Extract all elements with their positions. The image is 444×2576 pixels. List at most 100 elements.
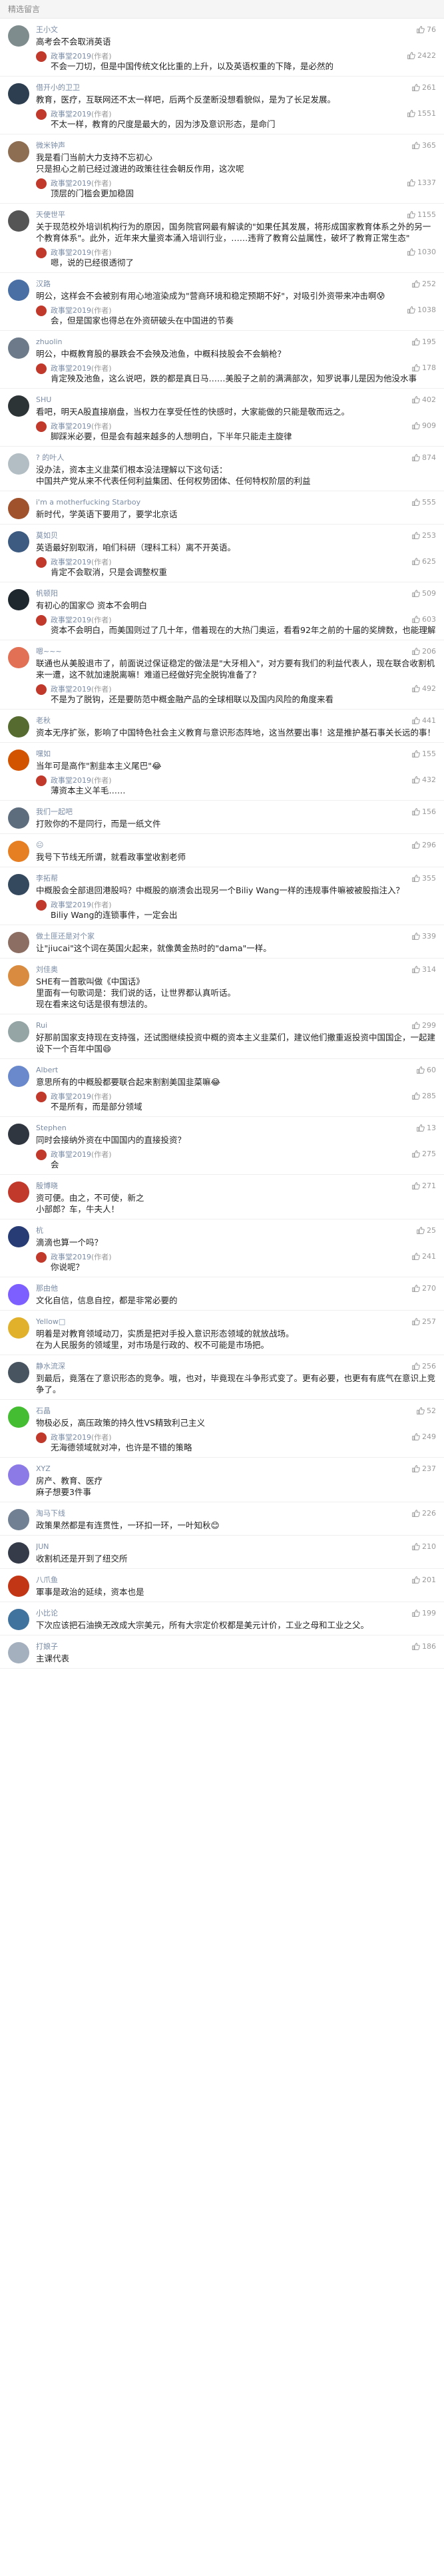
like-button[interactable]: 555 <box>411 498 436 507</box>
avatar[interactable] <box>8 1284 29 1305</box>
avatar[interactable] <box>8 1362 29 1383</box>
avatar[interactable] <box>8 1464 29 1486</box>
username[interactable]: 微米钟声 <box>36 140 406 150</box>
avatar[interactable] <box>8 1317 29 1339</box>
like-button[interactable]: 1155 <box>407 210 436 219</box>
username[interactable]: 😐 <box>36 841 406 849</box>
like-button[interactable]: 296 <box>411 841 436 849</box>
username[interactable]: ? 的叶人 <box>36 452 406 463</box>
avatar[interactable] <box>8 1406 29 1428</box>
username[interactable]: Albert <box>36 1066 411 1074</box>
username[interactable]: 杭 <box>36 1225 411 1235</box>
avatar[interactable] <box>8 141 29 162</box>
reply-like-button[interactable]: 1337 <box>407 178 436 187</box>
reply-like-button[interactable]: 625 <box>411 557 436 566</box>
username[interactable]: 殷博晓 <box>36 1180 406 1191</box>
reply-like-button[interactable]: 492 <box>411 684 436 693</box>
username[interactable]: XYZ <box>36 1464 406 1473</box>
reply-like-button[interactable]: 178 <box>411 363 436 372</box>
username[interactable]: 帆顿阳 <box>36 588 406 598</box>
reply-like-button[interactable]: 909 <box>411 421 436 430</box>
username[interactable]: 淘马下线 <box>36 1508 406 1518</box>
reply-like-button[interactable]: 285 <box>411 1092 436 1100</box>
like-button[interactable]: 261 <box>411 83 436 92</box>
avatar[interactable] <box>8 965 29 986</box>
like-button[interactable]: 199 <box>411 1609 436 1617</box>
avatar[interactable] <box>8 1509 29 1530</box>
like-button[interactable]: 256 <box>411 1362 436 1371</box>
like-button[interactable]: 365 <box>411 141 436 150</box>
username[interactable]: Stephen <box>36 1124 411 1132</box>
avatar[interactable] <box>8 1066 29 1087</box>
like-button[interactable]: 206 <box>411 647 436 656</box>
username[interactable]: 嘿如 <box>36 748 406 759</box>
avatar[interactable] <box>8 874 29 895</box>
username[interactable]: JUN <box>36 1542 406 1551</box>
username[interactable]: Yellow□ <box>36 1317 406 1326</box>
like-button[interactable]: 25 <box>416 1226 436 1235</box>
avatar[interactable] <box>8 25 29 47</box>
like-button[interactable]: 237 <box>411 1464 436 1473</box>
like-button[interactable]: 195 <box>411 337 436 346</box>
like-button[interactable]: 270 <box>411 1284 436 1293</box>
reply-like-button[interactable]: 2422 <box>407 51 436 60</box>
avatar[interactable] <box>8 1609 29 1630</box>
like-button[interactable]: 52 <box>416 1406 436 1415</box>
avatar[interactable] <box>8 337 29 359</box>
avatar[interactable] <box>8 1542 29 1564</box>
username[interactable]: 老秋 <box>36 715 406 726</box>
username[interactable]: 静水流深 <box>36 1361 406 1371</box>
avatar[interactable] <box>8 932 29 953</box>
reply-like-button[interactable]: 432 <box>411 775 436 784</box>
like-button[interactable]: 252 <box>411 280 436 288</box>
like-button[interactable]: 402 <box>411 395 436 404</box>
like-button[interactable]: 355 <box>411 874 436 883</box>
like-button[interactable]: 299 <box>411 1021 436 1030</box>
avatar[interactable] <box>8 453 29 475</box>
username[interactable]: 汉路 <box>36 278 406 289</box>
username[interactable]: 刘佳奥 <box>36 964 406 974</box>
username[interactable]: 天使世平 <box>36 209 401 220</box>
username[interactable]: 打娘子 <box>36 1641 406 1651</box>
like-button[interactable]: 156 <box>411 807 436 816</box>
like-button[interactable]: 186 <box>411 1642 436 1651</box>
avatar[interactable] <box>8 1124 29 1145</box>
avatar[interactable] <box>8 1021 29 1042</box>
reply-like-button[interactable]: 603 <box>411 615 436 624</box>
avatar[interactable] <box>8 716 29 738</box>
reply-like-button[interactable]: 1038 <box>407 306 436 314</box>
avatar[interactable] <box>8 1642 29 1663</box>
username[interactable]: 八爪鱼 <box>36 1574 406 1585</box>
like-button[interactable]: 314 <box>411 965 436 974</box>
avatar[interactable] <box>8 1226 29 1247</box>
reply-like-button[interactable]: 1551 <box>407 109 436 118</box>
avatar[interactable] <box>8 589 29 610</box>
username[interactable]: Rui <box>36 1021 406 1030</box>
username[interactable]: 借开小的卫卫 <box>36 82 406 93</box>
username[interactable]: SHU <box>36 395 406 404</box>
like-button[interactable]: 874 <box>411 453 436 462</box>
like-button[interactable]: 210 <box>411 1542 436 1551</box>
username[interactable]: 嗯~~~ <box>36 646 406 656</box>
like-button[interactable]: 13 <box>416 1124 436 1132</box>
avatar[interactable] <box>8 83 29 105</box>
avatar[interactable] <box>8 1576 29 1597</box>
avatar[interactable] <box>8 280 29 301</box>
username[interactable]: 王小文 <box>36 24 411 35</box>
avatar[interactable] <box>8 750 29 771</box>
avatar[interactable] <box>8 395 29 417</box>
reply-like-button[interactable]: 241 <box>411 1252 436 1261</box>
like-button[interactable]: 226 <box>411 1509 436 1518</box>
avatar[interactable] <box>8 807 29 829</box>
username[interactable]: 小比论 <box>36 1608 406 1618</box>
reply-like-button[interactable]: 249 <box>411 1432 436 1441</box>
like-button[interactable]: 253 <box>411 531 436 540</box>
like-button[interactable]: 441 <box>411 716 436 725</box>
reply-like-button[interactable]: 275 <box>411 1150 436 1158</box>
like-button[interactable]: 76 <box>416 25 436 34</box>
like-button[interactable]: 271 <box>411 1181 436 1190</box>
username[interactable]: 石晶 <box>36 1405 411 1416</box>
reply-like-button[interactable]: 1030 <box>407 248 436 256</box>
avatar[interactable] <box>8 841 29 862</box>
avatar[interactable] <box>8 498 29 519</box>
